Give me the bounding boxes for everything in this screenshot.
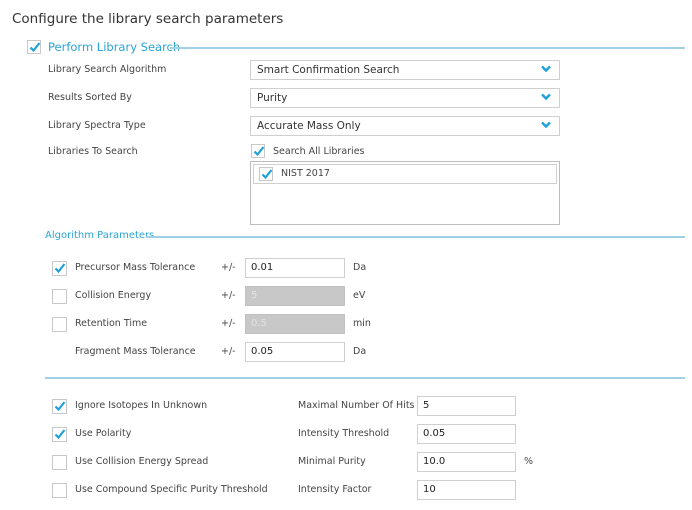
library-search-algorithm-dropdown[interactable]: Smart Confirmation Search (250, 60, 560, 80)
chevron-down-icon (541, 121, 551, 129)
plus-minus-label: +/- (221, 346, 236, 357)
ignore-isotopes-checkbox[interactable] (52, 399, 67, 414)
search-all-libraries-label: Search All Libraries (273, 146, 365, 157)
library-name: NIST 2017 (281, 168, 330, 179)
section-divider (170, 47, 685, 49)
percent-unit-label: % (524, 456, 534, 467)
fragment-mass-tolerance-input[interactable]: 0.05 (245, 342, 345, 362)
unit-label: min (353, 318, 371, 329)
precursor-mass-tolerance-input[interactable]: 0.01 (245, 258, 345, 278)
perform-library-search-checkbox[interactable] (27, 40, 41, 54)
chevron-down-icon (541, 65, 551, 73)
ignore-isotopes-label: Ignore Isotopes In Unknown (75, 400, 208, 411)
algorithm-parameters-title: Algorithm Parameters (45, 230, 155, 241)
unit-label: Da (353, 346, 367, 357)
dropdown-value: Purity (257, 92, 288, 104)
use-collision-energy-spread-label: Use Collision Energy Spread (75, 456, 209, 467)
chevron-down-icon (541, 93, 551, 101)
retention-time-label: Retention Time (75, 318, 148, 329)
checkmark-icon (54, 401, 66, 412)
precursor-mass-tolerance-label: Precursor Mass Tolerance (75, 262, 196, 273)
library-spectra-type-label: Library Spectra Type (48, 120, 146, 131)
collision-energy-label: Collision Energy (75, 290, 152, 301)
unit-label: eV (353, 290, 366, 301)
perform-library-search-label: Perform Library Search (48, 40, 181, 54)
minimal-purity-input[interactable]: 10.0 (417, 452, 516, 472)
plus-minus-label: +/- (221, 262, 236, 273)
list-item[interactable]: NIST 2017 (253, 164, 557, 184)
retention-time-input[interactable]: 0.5 (245, 314, 345, 334)
use-compound-purity-threshold-checkbox[interactable] (52, 483, 67, 498)
dropdown-value: Accurate Mass Only (257, 120, 361, 132)
results-sorted-by-dropdown[interactable]: Purity (250, 88, 560, 108)
results-sorted-by-label: Results Sorted By (48, 92, 132, 103)
section-divider (45, 377, 685, 379)
search-all-libraries-checkbox[interactable] (251, 144, 265, 158)
intensity-factor-input[interactable]: 10 (417, 480, 516, 500)
fragment-mass-tolerance-label: Fragment Mass Tolerance (75, 346, 196, 357)
libraries-list[interactable]: NIST 2017 (250, 161, 560, 225)
checkmark-icon (54, 429, 66, 440)
minimal-purity-label: Minimal Purity (298, 456, 366, 467)
use-polarity-label: Use Polarity (75, 428, 132, 439)
checkmark-icon (261, 169, 273, 180)
intensity-threshold-input[interactable]: 0.05 (417, 424, 516, 444)
intensity-threshold-label: Intensity Threshold (298, 428, 390, 439)
checkmark-icon (29, 42, 41, 53)
use-collision-energy-spread-checkbox[interactable] (52, 455, 67, 470)
plus-minus-label: +/- (221, 318, 236, 329)
use-compound-purity-threshold-label: Use Compound Specific Purity Threshold (75, 484, 268, 495)
page-title: Configure the library search parameters (12, 11, 284, 27)
precursor-mass-tolerance-checkbox[interactable] (52, 261, 67, 276)
unit-label: Da (353, 262, 367, 273)
maximal-number-of-hits-label: Maximal Number Of Hits (298, 400, 415, 411)
library-search-algorithm-label: Library Search Algorithm (48, 64, 167, 75)
section-divider (146, 236, 685, 238)
nist-2017-checkbox[interactable] (259, 167, 273, 181)
checkmark-icon (54, 263, 66, 274)
library-spectra-type-dropdown[interactable]: Accurate Mass Only (250, 116, 560, 136)
dropdown-value: Smart Confirmation Search (257, 64, 400, 76)
libraries-to-search-label: Libraries To Search (48, 146, 138, 157)
plus-minus-label: +/- (221, 290, 236, 301)
intensity-factor-label: Intensity Factor (298, 484, 372, 495)
maximal-number-of-hits-input[interactable]: 5 (417, 396, 516, 416)
checkmark-icon (253, 146, 265, 157)
use-polarity-checkbox[interactable] (52, 427, 67, 442)
collision-energy-input[interactable]: 5 (245, 286, 345, 306)
retention-time-checkbox[interactable] (52, 317, 67, 332)
collision-energy-checkbox[interactable] (52, 289, 67, 304)
